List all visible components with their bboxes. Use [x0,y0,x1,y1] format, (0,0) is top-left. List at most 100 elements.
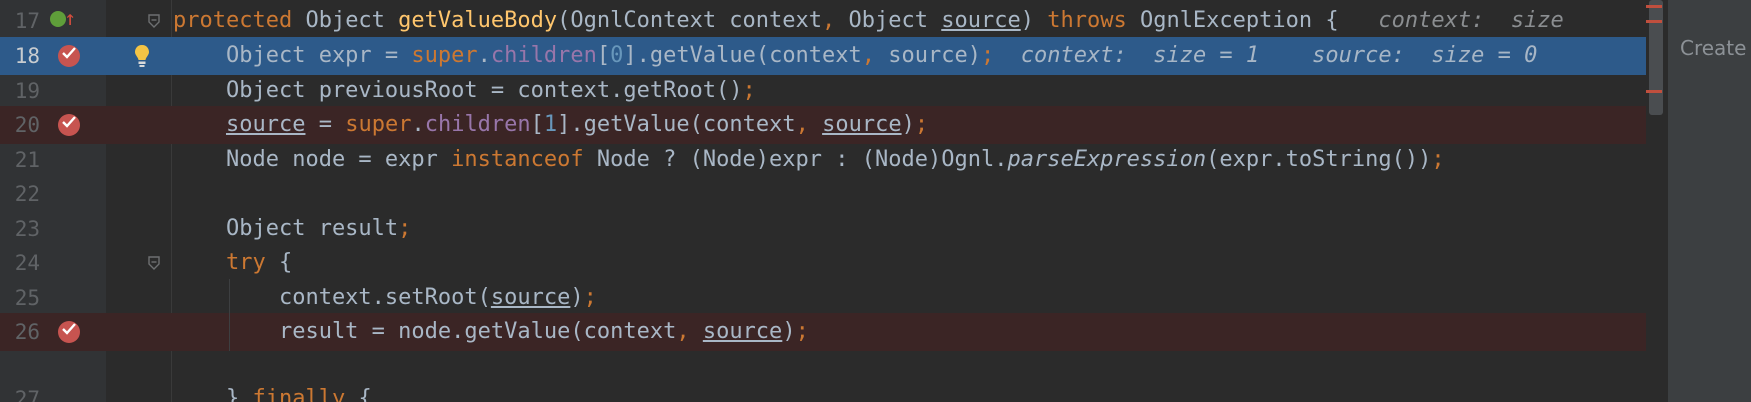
create-label[interactable]: Create [1680,36,1746,60]
side-panel: Create [1668,0,1751,402]
code-line-20[interactable]: 20 source = super.children[1].getValue(c… [0,106,1668,144]
code-line-19[interactable]: 19 Object previousRoot = context.getRoot… [0,72,1668,110]
code-line-21[interactable]: 21 Node node = expr instanceof Node ? (N… [0,141,1668,179]
line-number: 23 [14,217,40,241]
code-token: ; [981,43,995,68]
code-token: ; [742,78,756,103]
code-token: 1 [543,112,558,137]
code-text: protected Object getValueBody(OgnlContex… [173,2,1564,40]
code-token: result = node.getValue(context [173,319,677,344]
code-token: Object [305,8,399,33]
code-token: children [490,43,597,68]
code-token: protected [173,8,306,33]
code-token: , [795,112,823,137]
code-token: { [358,386,372,402]
code-token: , [822,8,849,33]
code-text: } finally { [173,380,372,402]
code-line-23[interactable]: 23 Object result; [0,210,1668,248]
code-token: [ [596,43,611,68]
lightbulb-icon[interactable] [133,43,151,69]
code-token: context.setRoot( [173,285,491,310]
line-number: 18 [14,44,40,68]
code-text: result = node.getValue(context, source); [173,313,809,351]
breakpoint-icon[interactable] [58,321,80,343]
code-token: Object result [173,216,399,241]
code-token: ].getValue(context [623,43,862,68]
code-token: source [822,112,902,137]
code-token: source [702,319,783,344]
line-number: 27 [14,387,40,402]
code-token: ; [795,319,809,344]
code-token: Node node = expr [173,147,452,172]
line-number: 19 [14,79,40,103]
fold-marker-icon[interactable] [147,14,161,28]
code-token: , [861,43,889,68]
code-line-24[interactable]: 24 try { [0,244,1668,282]
code-token: context: size = 1 source: size = 0 [994,43,1538,68]
fold-marker-icon[interactable] [147,256,161,270]
gutter-icons [50,244,160,282]
code-token: ) [570,285,584,310]
code-token: ; [583,285,597,310]
code-token: Object [848,8,942,33]
code-token: context: size [1378,8,1564,33]
code-line-18[interactable]: 18 Object expr = super.children[0].getVa… [0,37,1668,75]
code-text: context.setRoot(source); [173,279,597,317]
code-token: ) [901,112,915,137]
code-token: Object expr = [173,43,412,68]
code-token: { [278,250,293,275]
code-line-17[interactable]: 17 ↑ protected Object getValueBody(OgnlC… [0,2,1668,40]
code-line-26[interactable]: 26 result = node.getValue(context, sourc… [0,313,1668,351]
line-number: 17 [14,9,40,33]
code-token: throws [1047,8,1140,33]
code-token: (expr.toString()) [1206,147,1432,172]
breakpoint-icon[interactable] [58,45,80,67]
line-number: 25 [14,286,40,310]
code-token: 0 [610,43,624,68]
code-text: Object result; [173,210,411,248]
code-token: children [424,112,531,137]
code-line-22[interactable]: 22 [0,175,1668,213]
code-token: ) [1020,8,1048,33]
gutter-icons: ↑ [50,2,160,40]
line-number: 20 [14,113,40,137]
code-token: parseExpression [1007,147,1207,172]
code-token: source) [888,43,982,68]
code-line-25[interactable]: 25 context.setRoot(source); [0,279,1668,317]
code-token: source [941,8,1021,33]
code-text: try { [173,244,292,282]
gutter-icons [50,313,150,351]
code-token: ].getValue(context [557,112,796,137]
code-token: , [676,319,703,344]
error-stripe-mark[interactable] [1646,90,1662,93]
code-token: . [411,112,425,137]
line-number: 22 [14,182,40,206]
error-stripe-mark[interactable] [1646,5,1662,8]
line-number: 21 [14,148,40,172]
error-stripe-mark[interactable] [1646,20,1662,23]
code-token: ) [782,319,796,344]
scrollbar-thumb[interactable] [1649,0,1663,115]
gutter-icons [50,106,150,144]
line-number: 26 [14,320,40,344]
code-token: ; [1431,147,1445,172]
override-arrow-icon[interactable]: ↑ [64,8,76,28]
code-token: source [225,112,306,137]
code-token: try [225,250,279,275]
code-token: source [490,285,571,310]
code-line-27[interactable]: 27 } finally { [0,380,1668,402]
code-token: = [305,112,346,137]
code-text: Object expr = super.children[0].getValue… [173,37,1537,75]
breakpoint-icon[interactable] [58,114,80,136]
code-token: Node ? (Node)expr : (Node)Ognl. [596,147,1008,172]
code-token: finally [252,386,359,402]
code-token: super [345,112,412,137]
code-text: Node node = expr instanceof Node ? (Node… [173,141,1445,179]
code-editor[interactable]: 17 ↑ protected Object getValueBody(OgnlC… [0,0,1668,402]
code-token: [ [530,112,544,137]
code-token: Object previousRoot = context.getRoot() [173,78,743,103]
code-token: } [173,386,253,402]
code-token: . [477,43,491,68]
